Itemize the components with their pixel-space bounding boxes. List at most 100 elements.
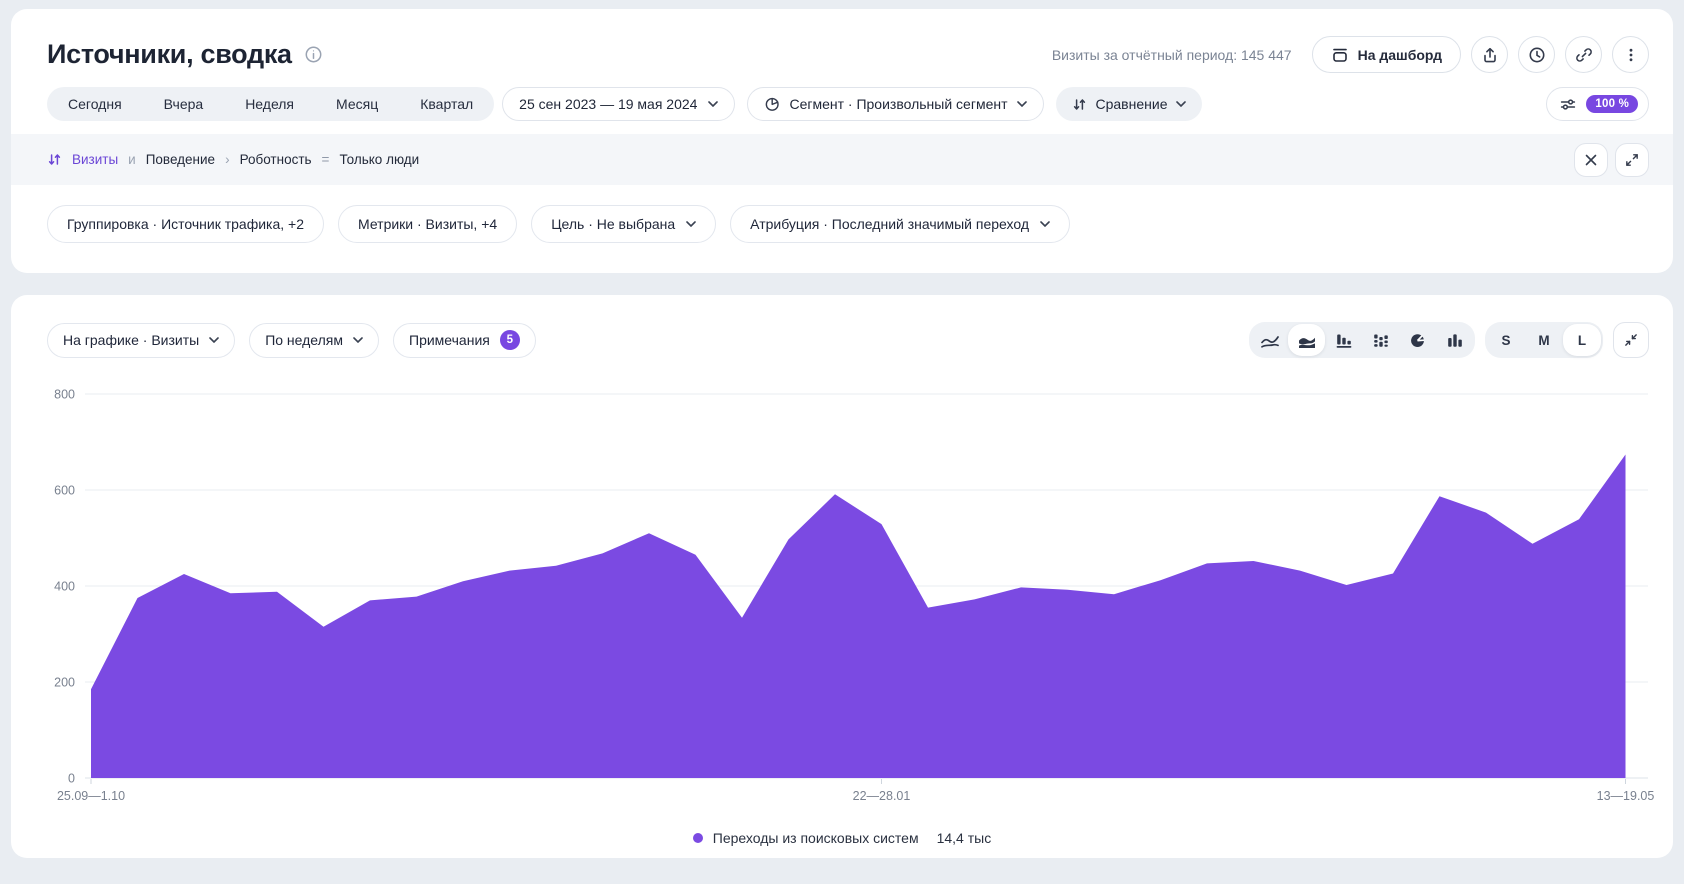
chart-type-columns-button[interactable] xyxy=(1436,324,1473,356)
filter-metric-link[interactable]: Визиты xyxy=(72,152,118,167)
visits-area-chart[interactable]: 0 200 400 600 800 25.09—1.10 22—28.01 13—19.05 xyxy=(11,358,1673,818)
tab-week[interactable]: Неделя xyxy=(224,87,315,121)
collapse-icon xyxy=(1623,332,1639,348)
bar-chart-icon xyxy=(1334,332,1354,349)
close-icon xyxy=(1584,153,1598,167)
copy-link-button[interactable] xyxy=(1565,36,1602,73)
segment-dropdown[interactable]: Сегмент · Произвольный сегмент xyxy=(747,87,1043,121)
to-dashboard-button[interactable]: На дашборд xyxy=(1312,36,1461,73)
goal-label: Цель · Не выбрана xyxy=(551,216,675,232)
segment-pie-icon xyxy=(764,96,780,112)
sampling-badge: 100 % xyxy=(1586,95,1638,113)
tab-today[interactable]: Сегодня xyxy=(47,87,143,121)
chart-card: На графике · Визиты По неделям Примечани… xyxy=(11,295,1673,858)
tab-quarter[interactable]: Квартал xyxy=(399,87,494,121)
share-icon xyxy=(1481,46,1499,64)
columns-chart-icon xyxy=(1445,332,1465,349)
date-range-label: 25 сен 2023 — 19 мая 2024 xyxy=(519,96,697,112)
compare-label: Сравнение xyxy=(1096,96,1168,112)
goal-chip[interactable]: Цель · Не выбрана xyxy=(531,205,716,243)
segment-label: Сегмент · Произвольный сегмент xyxy=(789,96,1007,112)
granularity-label: По неделям xyxy=(265,332,343,348)
history-button[interactable] xyxy=(1518,36,1555,73)
chevron-down-icon xyxy=(686,221,696,227)
pie-chart-icon xyxy=(1408,332,1427,349)
on-chart-metric-label: На графике · Визиты xyxy=(63,332,199,348)
legend-series-total: 14,4 тыс xyxy=(937,830,992,846)
grouping-label: Группировка · Источник трафика, +2 xyxy=(67,216,304,232)
chevron-down-icon xyxy=(1017,101,1027,107)
clock-icon xyxy=(1528,46,1546,64)
share-button[interactable] xyxy=(1471,36,1508,73)
y-axis-label: 400 xyxy=(54,580,75,594)
expand-icon xyxy=(1624,152,1640,168)
segmentation-bar: Визиты и Поведение › Роботность = Только… xyxy=(11,134,1673,185)
clear-segmentation-button[interactable] xyxy=(1574,143,1608,177)
compare-dropdown[interactable]: Сравнение xyxy=(1056,87,1203,121)
grouping-chip[interactable]: Группировка · Источник трафика, +2 xyxy=(47,205,324,243)
dashboard-icon xyxy=(1331,46,1349,64)
filter-operator: = xyxy=(322,152,330,167)
header-actions: Визиты за отчётный период: 145 447 На да… xyxy=(1052,36,1649,73)
filter-separator: › xyxy=(225,152,230,167)
granularity-dropdown[interactable]: По неделям xyxy=(249,323,379,358)
chart-type-pie-button[interactable] xyxy=(1399,324,1436,356)
filter-value-link[interactable]: Только люди xyxy=(339,152,419,167)
info-icon[interactable] xyxy=(305,46,322,63)
page: Источники, сводка Визиты за отчётный пер… xyxy=(0,9,1684,858)
notes-count-badge: 5 xyxy=(500,330,520,350)
metric-compare-icon xyxy=(47,152,62,167)
size-l-button[interactable]: L xyxy=(1563,324,1601,356)
visits-summary: Визиты за отчётный период: 145 447 xyxy=(1052,47,1292,63)
on-chart-metric-dropdown[interactable]: На графике · Визиты xyxy=(47,323,235,358)
legend-series-name: Переходы из поисковых систем xyxy=(713,830,919,846)
x-axis-label: 22—28.01 xyxy=(853,789,911,803)
expand-segmentation-button[interactable] xyxy=(1615,143,1649,177)
x-axis-label: 25.09—1.10 xyxy=(57,789,125,803)
filter-attribute-link[interactable]: Роботность xyxy=(240,152,312,167)
period-tabs: Сегодня Вчера Неделя Месяц Квартал xyxy=(47,87,494,121)
y-axis-label: 200 xyxy=(54,676,75,690)
size-s-button[interactable]: S xyxy=(1487,324,1525,356)
y-axis-label: 800 xyxy=(54,388,75,402)
chart-type-stacked-button[interactable] xyxy=(1362,324,1399,356)
notes-label: Примечания xyxy=(409,332,490,348)
report-settings-chips: Группировка · Источник трафика, +2 Метри… xyxy=(47,205,1649,243)
metrics-label: Метрики · Визиты, +4 xyxy=(358,216,497,232)
sampling-button[interactable]: 100 % xyxy=(1546,87,1649,121)
metrics-chip[interactable]: Метрики · Визиты, +4 xyxy=(338,205,517,243)
filter-conjunction: и xyxy=(128,152,136,167)
compare-icon xyxy=(1072,97,1087,112)
link-icon xyxy=(1575,46,1593,64)
filter-group-link[interactable]: Поведение xyxy=(146,152,215,167)
line-chart-icon xyxy=(1260,332,1280,349)
attribution-chip[interactable]: Атрибуция · Последний значимый переход xyxy=(730,205,1070,243)
tab-yesterday[interactable]: Вчера xyxy=(143,87,225,121)
period-toolbar: Сегодня Вчера Неделя Месяц Квартал 25 се… xyxy=(47,87,1649,121)
x-axis-label: 13—19.05 xyxy=(1597,789,1655,803)
chevron-down-icon xyxy=(1040,221,1050,227)
chart-type-switcher xyxy=(1249,322,1475,358)
stacked-chart-icon xyxy=(1371,332,1391,349)
more-button[interactable] xyxy=(1612,36,1649,73)
notes-button[interactable]: Примечания 5 xyxy=(393,323,536,358)
size-m-button[interactable]: M xyxy=(1525,324,1563,356)
tab-month[interactable]: Месяц xyxy=(315,87,399,121)
chart-type-line-button[interactable] xyxy=(1251,324,1288,356)
area-chart-icon xyxy=(1297,332,1317,349)
sliders-icon xyxy=(1559,96,1577,113)
chevron-down-icon xyxy=(209,337,219,343)
collapse-chart-button[interactable] xyxy=(1613,322,1649,358)
attribution-label: Атрибуция · Последний значимый переход xyxy=(750,216,1029,232)
y-axis-label: 600 xyxy=(54,484,75,498)
chart-legend[interactable]: Переходы из поисковых систем 14,4 тыс xyxy=(11,830,1673,846)
report-header-card: Источники, сводка Визиты за отчётный пер… xyxy=(11,9,1673,273)
chart-type-area-button[interactable] xyxy=(1288,324,1325,356)
chart-type-bar-button[interactable] xyxy=(1325,324,1362,356)
page-title: Источники, сводка xyxy=(47,39,292,70)
to-dashboard-label: На дашборд xyxy=(1358,47,1442,63)
y-axis-label: 0 xyxy=(68,772,75,786)
date-range-picker[interactable]: 25 сен 2023 — 19 мая 2024 xyxy=(502,87,735,121)
segmentation-actions xyxy=(1574,143,1649,177)
area-series[interactable] xyxy=(91,455,1626,779)
